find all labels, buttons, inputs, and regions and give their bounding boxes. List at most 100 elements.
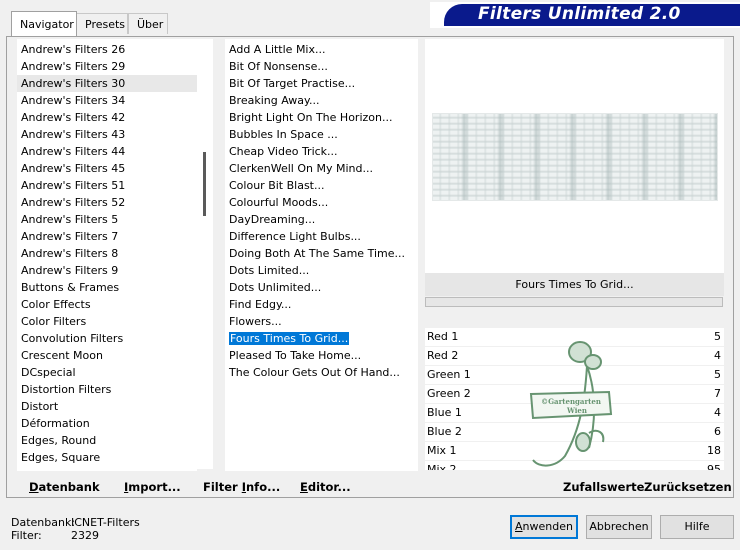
filter-label: Pleased To Take Home...	[229, 349, 362, 362]
filter-label: Bit Of Nonsense...	[229, 60, 328, 73]
editor-button[interactable]: Editor...	[300, 478, 351, 496]
category-item[interactable]: Andrew's Filters 7	[17, 228, 197, 245]
filter-label: Dots Limited...	[229, 264, 310, 277]
category-label: Andrew's Filters 43	[21, 128, 126, 141]
category-label: Distort	[21, 400, 59, 413]
category-item[interactable]: Andrew's Filters 51	[17, 177, 197, 194]
filter-label: Bit Of Target Practise...	[229, 77, 356, 90]
filter-item[interactable]: Cheap Video Trick...	[225, 143, 418, 160]
filter-item[interactable]: Breaking Away...	[225, 92, 418, 109]
category-item[interactable]: Andrew's Filters 5	[17, 211, 197, 228]
filter-info-button[interactable]: Filter Info...	[203, 478, 280, 496]
filter-label: DayDreaming...	[229, 213, 316, 226]
filter-item[interactable]: ClerkenWell On My Mind...	[225, 160, 418, 177]
category-item[interactable]: Déformation	[17, 415, 197, 432]
reset-button[interactable]: Zurücksetzen	[644, 478, 732, 496]
filter-item[interactable]: DayDreaming...	[225, 211, 418, 228]
tab-ueber[interactable]: Über	[128, 13, 168, 34]
filter-label: Add A Little Mix...	[229, 43, 326, 56]
filter-item[interactable]: Flowers...	[225, 313, 418, 330]
filter-label: Cheap Video Trick...	[229, 145, 338, 158]
filter-item[interactable]: Difference Light Bulbs...	[225, 228, 418, 245]
category-item[interactable]: Andrew's Filters 30	[17, 75, 197, 92]
category-item[interactable]: Andrew's Filters 44	[17, 143, 197, 160]
category-list[interactable]: Andrew's Filters 26 Andrew's Filters 29 An…	[17, 39, 197, 471]
category-item[interactable]: Andrew's Filters 34	[17, 92, 197, 109]
param-label: Blue 1	[427, 406, 462, 419]
category-item[interactable]: Edges, Square	[17, 449, 197, 466]
category-scrollbar[interactable]	[197, 39, 213, 469]
import-button[interactable]: Import...	[124, 478, 181, 496]
filter-item[interactable]: Dots Unlimited...	[225, 279, 418, 296]
category-item[interactable]: Andrew's Filters 9	[17, 262, 197, 279]
random-values-button[interactable]: Zufallswerte	[563, 478, 644, 496]
filter-label: Fours Times To Grid...	[227, 331, 351, 346]
category-label: DCspecial	[21, 366, 76, 379]
parameter-panel: Red 1 5 Red 2 4 Green 1 5 Green 2 7 Blue 1 4 Blue …	[425, 328, 724, 470]
watermark-logo: ©Gartengarten Wien	[529, 341, 613, 467]
filter-item[interactable]: Colour Bit Blast...	[225, 177, 418, 194]
param-label: Mix 2	[427, 463, 457, 470]
filter-label: Colour Bit Blast...	[229, 179, 325, 192]
category-item[interactable]: Buttons & Frames	[17, 279, 197, 296]
category-item[interactable]: Crescent Moon	[17, 347, 197, 364]
category-item[interactable]: Convolution Filters	[17, 330, 197, 347]
category-label: Edges, Round	[21, 434, 97, 447]
param-value: 5	[714, 330, 721, 343]
status-label: Datenbank:	[11, 516, 76, 529]
category-label: Andrew's Filters 5	[21, 213, 119, 226]
category-item[interactable]: Andrew's Filters 8	[17, 245, 197, 262]
filter-label: Flowers...	[229, 315, 282, 328]
preview-image	[432, 113, 718, 201]
filter-item[interactable]: Bit Of Target Practise...	[225, 75, 418, 92]
filter-item[interactable]: Colourful Moods...	[225, 194, 418, 211]
category-item[interactable]: Distort	[17, 398, 197, 415]
filter-item[interactable]: Fours Times To Grid...	[225, 330, 418, 347]
param-label: Mix 1	[427, 444, 457, 457]
param-value: 7	[714, 387, 721, 400]
category-item[interactable]: Andrew's Filters 26	[17, 41, 197, 58]
category-label: Andrew's Filters 42	[21, 111, 126, 124]
app-banner: Filters Unlimited 2.0	[430, 2, 740, 28]
category-item[interactable]: Distortion Filters	[17, 381, 197, 398]
filter-item[interactable]: Find Edgy...	[225, 296, 418, 313]
filter-item[interactable]: Bubbles In Space ...	[225, 126, 418, 143]
datenbank-button[interactable]: Datenbank	[29, 478, 100, 496]
filter-item[interactable]: Bright Light On The Horizon...	[225, 109, 418, 126]
category-item[interactable]: Andrew's Filters 52	[17, 194, 197, 211]
category-item[interactable]: Color Effects	[17, 296, 197, 313]
category-item[interactable]: Andrew's Filters 42	[17, 109, 197, 126]
progress-bar	[425, 297, 723, 307]
watermark-line1: ©Gartengarten	[541, 397, 601, 406]
category-item[interactable]: Edges, Round	[17, 432, 197, 449]
tab-navigator[interactable]: Navigator	[11, 11, 77, 36]
filter-item[interactable]: Doing Both At The Same Time...	[225, 245, 418, 262]
param-label: Red 1	[427, 330, 459, 343]
filter-label: Colourful Moods...	[229, 196, 329, 209]
category-label: Convolution Filters	[21, 332, 124, 345]
category-item[interactable]: DCspecial	[17, 364, 197, 381]
category-label: Andrew's Filters 9	[21, 264, 119, 277]
scrollbar-thumb[interactable]	[203, 152, 206, 216]
status-database: Datenbank: ICNET-Filters	[11, 516, 140, 529]
filter-list[interactable]: Add A Little Mix... Bit Of Nonsense... Bit…	[225, 39, 418, 471]
cancel-button[interactable]: Abbrechen	[586, 515, 652, 539]
apply-button[interactable]: Anwenden	[510, 515, 578, 539]
filter-item[interactable]: Bit Of Nonsense...	[225, 58, 418, 75]
category-item[interactable]: Andrew's Filters 43	[17, 126, 197, 143]
tab-presets[interactable]: Presets	[76, 13, 128, 34]
param-value: 95	[707, 463, 721, 470]
filter-item[interactable]: Pleased To Take Home...	[225, 347, 418, 364]
help-button[interactable]: Hilfe	[660, 515, 734, 539]
category-label: Andrew's Filters 8	[21, 247, 119, 260]
filter-item[interactable]: Add A Little Mix...	[225, 41, 418, 58]
filter-item[interactable]: The Colour Gets Out Of Hand...	[225, 364, 418, 381]
category-item[interactable]: Andrew's Filters 29	[17, 58, 197, 75]
category-item[interactable]: Andrew's Filters 45	[17, 160, 197, 177]
param-label: Red 2	[427, 349, 459, 362]
watermark-line2: Wien	[566, 406, 587, 415]
filter-label: Find Edgy...	[229, 298, 292, 311]
category-label: Andrew's Filters 26	[21, 43, 126, 56]
category-item[interactable]: Color Filters	[17, 313, 197, 330]
filter-item[interactable]: Dots Limited...	[225, 262, 418, 279]
